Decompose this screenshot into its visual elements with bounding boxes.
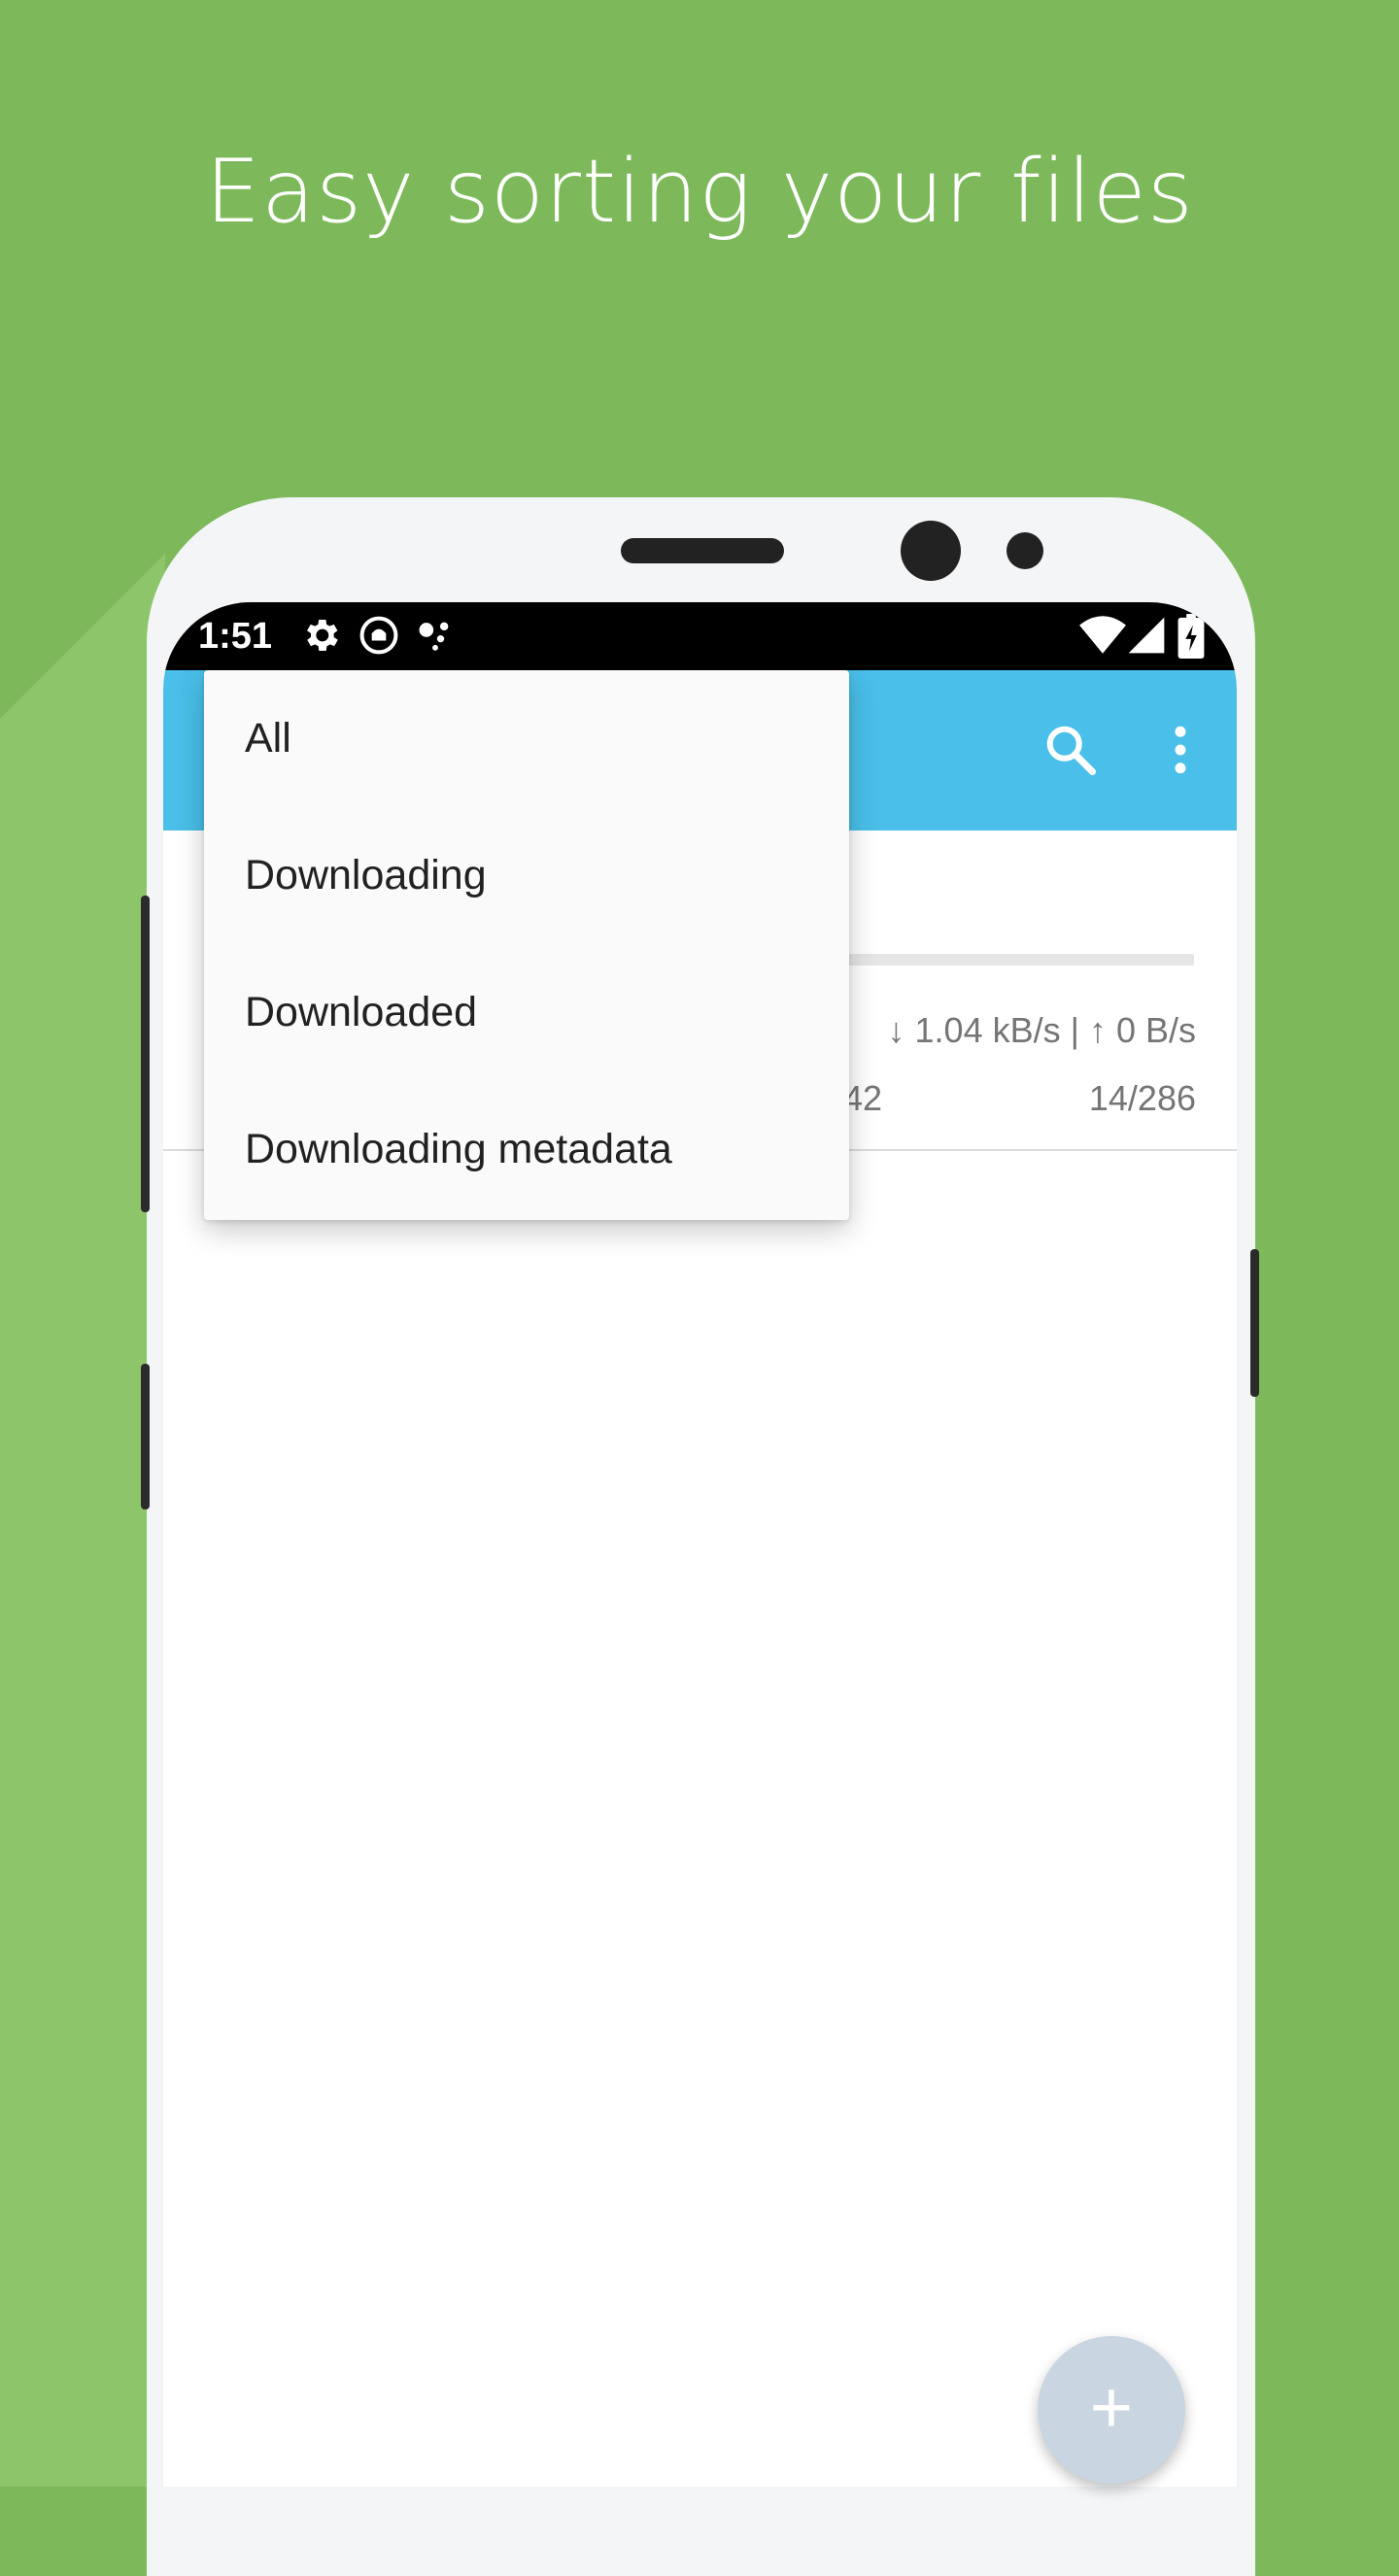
menu-item-label: Downloading bbox=[245, 852, 487, 898]
menu-item-downloaded[interactable]: Downloaded bbox=[204, 944, 849, 1081]
phone-sensor bbox=[1007, 532, 1043, 569]
menu-item-downloading-metadata[interactable]: Downloading metadata bbox=[204, 1081, 849, 1218]
headline: Easy sorting your files bbox=[205, 141, 1194, 243]
phone-volume-button bbox=[141, 896, 150, 1212]
settings-icon bbox=[307, 620, 338, 651]
battery-charging-icon bbox=[1177, 614, 1205, 659]
sort-filter-menu: All Downloading Downloaded Downloading m… bbox=[204, 670, 849, 1220]
torrent-peers: 42 bbox=[843, 1078, 883, 1118]
phone-speaker bbox=[621, 538, 784, 563]
wifi-icon bbox=[1079, 616, 1126, 654]
phone-side-button bbox=[141, 1364, 150, 1509]
menu-item-downloading[interactable]: Downloading bbox=[204, 807, 849, 944]
menu-item-all[interactable]: All bbox=[204, 670, 849, 807]
android-debug-icon bbox=[359, 616, 398, 655]
signal-icon bbox=[1128, 617, 1165, 654]
phone-power-button bbox=[1250, 1249, 1259, 1397]
torrent-speed: ↓ 1.04 kB/s | ↑ 0 B/s bbox=[887, 1010, 1196, 1050]
phone-camera bbox=[901, 521, 961, 581]
torrent-pieces: 14/286 bbox=[1088, 1078, 1196, 1118]
status-time: 1:51 bbox=[198, 616, 273, 657]
menu-item-label: Downloading metadata bbox=[245, 1126, 672, 1172]
menu-item-label: All bbox=[245, 715, 291, 762]
more-vert-icon[interactable] bbox=[1151, 721, 1210, 779]
status-bar: 1:51 bbox=[163, 602, 1237, 670]
plus-icon: + bbox=[1089, 2366, 1134, 2449]
search-icon[interactable] bbox=[1041, 721, 1100, 779]
menu-item-label: Downloaded bbox=[245, 989, 478, 1035]
dots-icon bbox=[419, 622, 449, 651]
add-torrent-fab[interactable]: + bbox=[1038, 2336, 1185, 2484]
